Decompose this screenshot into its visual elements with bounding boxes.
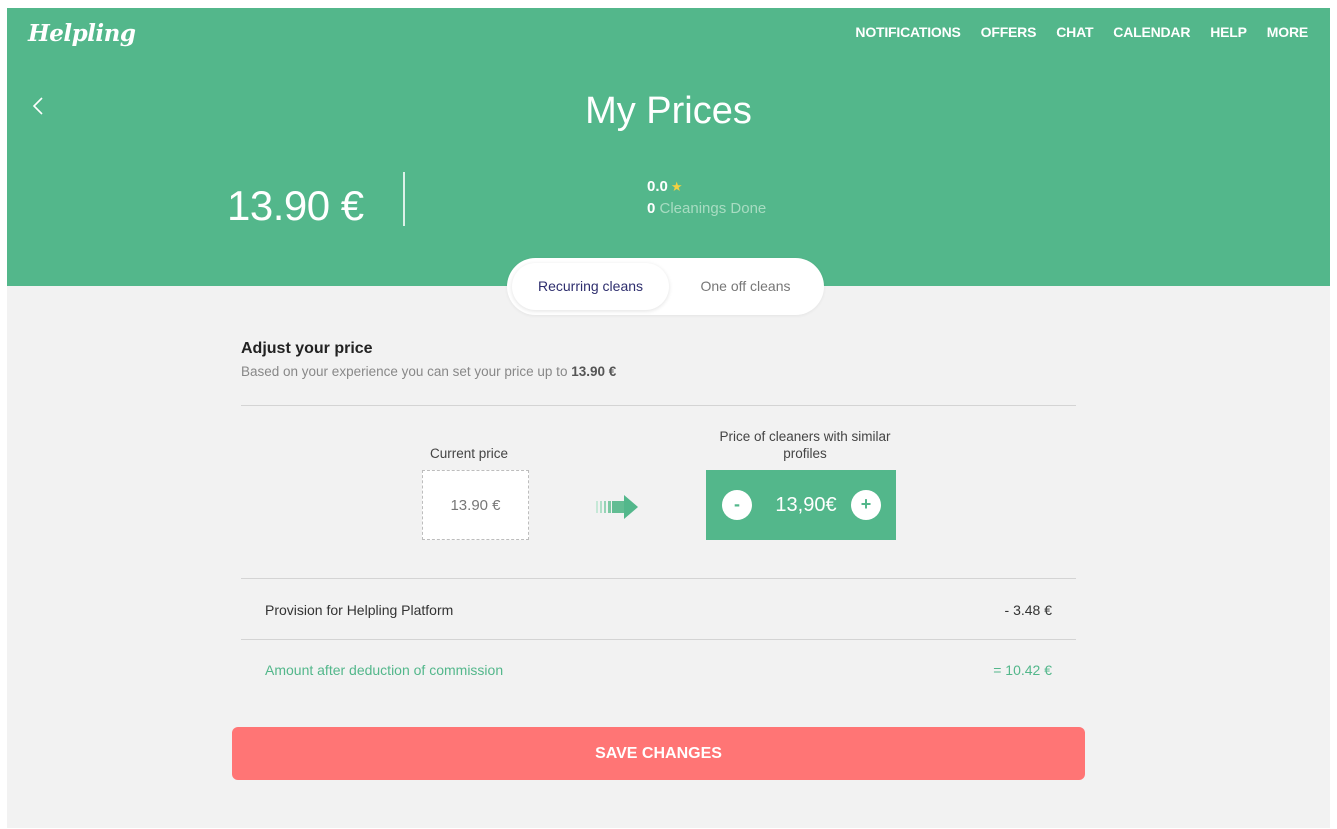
adjust-price-section: Adjust your price Based on your experien… [241, 340, 1077, 379]
provision-label: Provision for Helpling Platform [265, 602, 454, 618]
max-price-value: 13.90 € [571, 364, 617, 379]
cleanings-label: Cleanings Done [659, 200, 767, 217]
provision-value: - 3.48 € [1004, 602, 1052, 618]
adjust-heading: Adjust your price [241, 340, 373, 357]
adjust-subtitle-text: Based on your experience you can set you… [241, 364, 568, 379]
star-icon: ★ [670, 179, 683, 194]
nav-item-chat[interactable]: CHAT [1056, 24, 1093, 40]
net-amount-label: Amount after deduction of commission [265, 662, 504, 678]
similar-price-label: Price of cleaners with similar profiles [719, 429, 891, 461]
rating-value: 0.0 [647, 178, 668, 195]
divider [241, 639, 1076, 640]
clean-type-toggle: Recurring cleans One off cleans [507, 258, 824, 315]
header-banner: Helpling NOTIFICATIONS OFFERS CHAT CALEN… [7, 8, 1330, 286]
divider [241, 405, 1076, 406]
price-stepper: - 13,90€ + [706, 470, 896, 540]
net-amount-value: = 10.42 € [993, 662, 1052, 678]
adjust-subtitle: Based on your experience you can set you… [241, 364, 1077, 379]
helpling-logo[interactable]: Helpling [28, 20, 136, 47]
save-changes-button[interactable]: SAVE CHANGES [232, 727, 1085, 780]
tab-recurring-cleans[interactable]: Recurring cleans [512, 263, 669, 310]
header-divider [403, 172, 405, 226]
current-price-box: 13.90 € [422, 470, 529, 540]
current-price-display: 13.90 € [227, 182, 364, 229]
increase-price-button[interactable]: + [851, 490, 881, 520]
nav-item-help[interactable]: HELP [1210, 24, 1247, 40]
tab-one-off-cleans[interactable]: One off cleans [673, 263, 818, 310]
profile-stats: 0.0 ★ 0 Cleanings Done [647, 176, 766, 220]
decrease-price-button[interactable]: - [722, 490, 752, 520]
arrow-right-icon [594, 493, 642, 521]
top-navigation: NOTIFICATIONS OFFERS CHAT CALENDAR HELP … [855, 24, 1308, 40]
similar-price-value: 13,90€ [775, 494, 837, 516]
nav-item-offers[interactable]: OFFERS [981, 24, 1037, 40]
divider [241, 578, 1076, 579]
cleanings-count: 0 [647, 200, 656, 217]
current-price-label: Current price [430, 446, 509, 461]
app-frame: Helpling NOTIFICATIONS OFFERS CHAT CALEN… [7, 8, 1330, 828]
nav-item-notifications[interactable]: NOTIFICATIONS [855, 24, 960, 40]
nav-item-more[interactable]: MORE [1267, 24, 1308, 40]
page-title: My Prices [585, 90, 752, 132]
nav-item-calendar[interactable]: CALENDAR [1113, 24, 1190, 40]
